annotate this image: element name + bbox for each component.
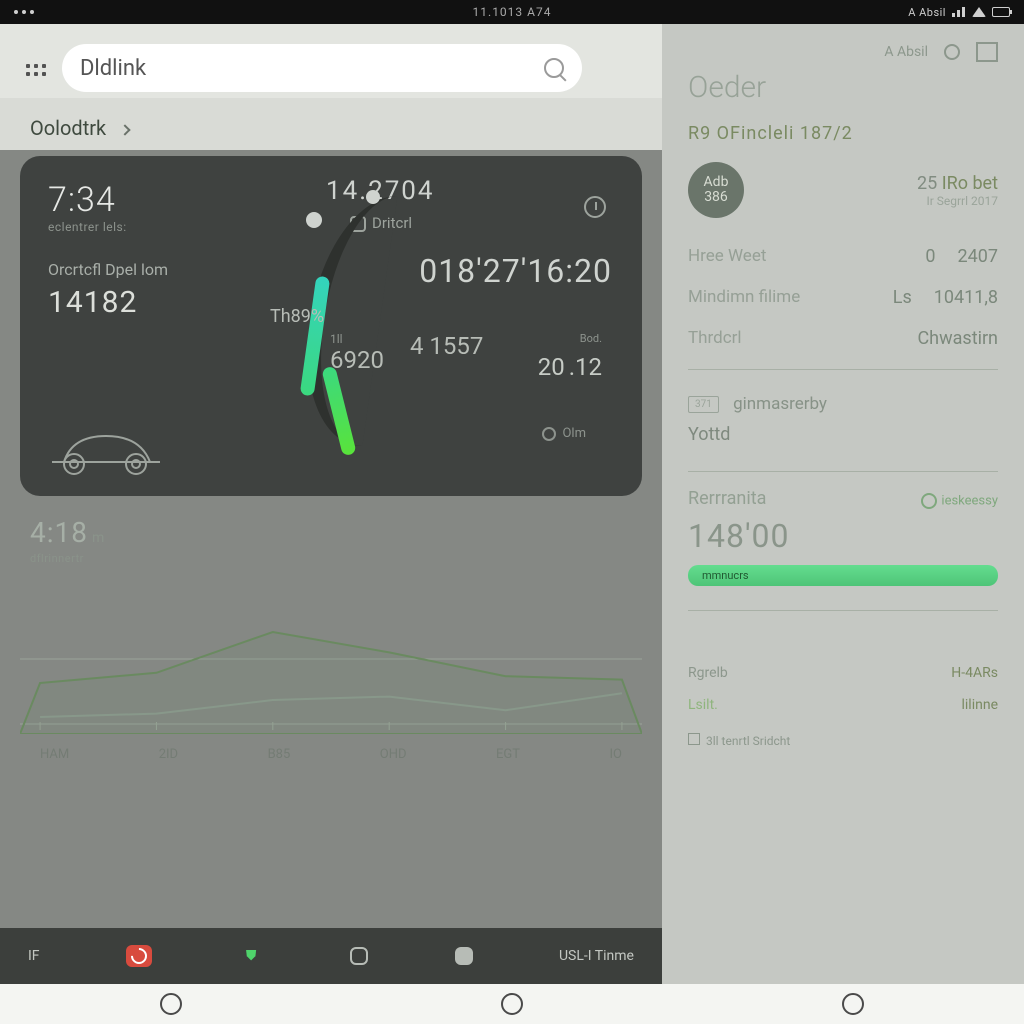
section-value: Yottd — [688, 424, 998, 445]
nav-home-button-2[interactable] — [501, 993, 523, 1015]
header-bar: Dldlink — [0, 24, 662, 98]
tab-power[interactable] — [126, 945, 152, 967]
card-right-a: 20 — [538, 353, 565, 381]
x-tick: 2ID — [159, 747, 178, 762]
right-subtitle: R9 OFincleli 187/2 — [688, 123, 998, 144]
tab-grid[interactable] — [455, 947, 473, 965]
right-line-val: Chwastirn — [917, 328, 998, 349]
car-icon — [46, 422, 166, 478]
remote-value: 148'00 — [688, 517, 790, 555]
left-pane: Dldlink Oolodtrk 7:34 eclentrer lels: Or… — [0, 24, 662, 984]
download-icon — [542, 427, 556, 441]
calendar-icon[interactable] — [976, 42, 998, 62]
right-line: Hree Weet 02407 — [688, 236, 998, 277]
right-line-val: Ls10411,8 — [893, 287, 998, 308]
breadcrumb-label: Oolodtrk — [30, 116, 106, 140]
section-header: 371 ginmasrerby — [688, 394, 998, 414]
card-right-sub: Bod. — [580, 332, 602, 345]
divider — [688, 369, 998, 370]
gauge-knob-a — [306, 212, 322, 228]
bottom-line-a: RgrelbH-4ARs — [688, 665, 998, 681]
status-center-label: 11.1013 A74 — [473, 5, 552, 19]
note-icon — [688, 733, 700, 745]
search-icon[interactable] — [544, 58, 564, 78]
search-value: Dldlink — [80, 56, 146, 81]
activity-chart: 4:18m dflrinnertr HAM2IDB85OHDEGTIO — [20, 516, 642, 756]
card-right-b: .12 — [569, 353, 602, 381]
summary-chip[interactable]: Adb 386 — [688, 162, 744, 218]
summary-value: 25 IRo bet Ir Segrrl 2017 — [917, 173, 998, 208]
shield-icon: ⛊ — [238, 945, 264, 967]
right-summary-row: Adb 386 25 IRo bet Ir Segrrl 2017 — [688, 162, 998, 218]
x-tick: IO — [610, 747, 622, 762]
card-mid-sub: 1ll — [330, 332, 384, 346]
x-tick: B85 — [268, 747, 291, 762]
bottom-tab-bar: IF ⛊ USL-I Tinme — [0, 928, 662, 984]
search-input[interactable]: Dldlink — [62, 44, 582, 92]
device-nav-bar — [0, 984, 1024, 1024]
divider — [688, 610, 998, 611]
bottom-line-b: Lsilt.lilinne — [688, 697, 998, 713]
nav-home-button-3[interactable] — [842, 993, 864, 1015]
card-right-values: Bod. 20 .12 — [538, 332, 602, 381]
gauge-knob-b — [366, 190, 380, 204]
status-right-label: A Absil — [908, 6, 946, 19]
x-tick: OHD — [380, 747, 407, 762]
tab-shield[interactable]: ⛊ — [238, 945, 264, 967]
account-icon[interactable] — [944, 44, 960, 60]
card-percent: Th89% — [270, 306, 324, 327]
right-top-bar: A Absil — [688, 42, 998, 62]
card-mid-a: 6920 — [330, 346, 384, 374]
right-pane: A Absil Oeder R9 OFincleli 187/2 Adb 386… — [662, 24, 1024, 984]
grid-icon — [455, 947, 473, 965]
remote-row: Rerrranita ieskeessy — [688, 488, 998, 509]
remote-label: Rerrranita — [688, 488, 766, 509]
device-status-bar: 11.1013 A74 A Absil — [0, 0, 1024, 24]
wifi-icon — [972, 7, 986, 17]
right-line: Thrdcrl Chwastirn — [688, 318, 998, 359]
chart-x-ticks: HAM 2ID B85 OHD EGT IO — [20, 747, 642, 762]
breadcrumb[interactable]: Oolodtrk — [0, 98, 662, 150]
remote-tag: ieskeessy — [921, 493, 998, 509]
card-mid-values: 1ll 6920 4 1557 — [330, 332, 483, 374]
tab-time[interactable]: USL-I Tinme — [559, 948, 634, 964]
clock-icon — [584, 196, 606, 218]
divider — [688, 471, 998, 472]
x-tick: EGT — [496, 747, 520, 762]
barcode-icon — [350, 947, 368, 965]
card-download[interactable]: Olm — [542, 426, 586, 441]
card-clock: 018'27'16:20 — [419, 252, 612, 290]
section-tag: 371 — [688, 396, 719, 413]
status-pill[interactable]: mmnucrs — [688, 565, 998, 586]
nav-home-button[interactable] — [160, 993, 182, 1015]
chart-time: 4:18m — [30, 516, 105, 549]
right-line-key: Thrdcrl — [688, 328, 742, 349]
signal-icon — [952, 7, 966, 17]
right-line: Mindimn filime Ls10411,8 — [688, 277, 998, 318]
status-left-dots — [14, 10, 34, 14]
power-icon — [126, 945, 152, 967]
right-line-key: Hree Weet — [688, 246, 766, 267]
tab-if[interactable]: IF — [28, 948, 40, 964]
bottom-note: 3ll tenrtl Sridcht — [688, 733, 998, 748]
menu-icon[interactable] — [26, 64, 46, 76]
right-bottom: RgrelbH-4ARs Lsilt.lilinne 3ll tenrtl Sr… — [688, 649, 998, 748]
tab-barcode[interactable] — [350, 947, 368, 965]
card-mid-b: 4 1557 — [410, 332, 483, 374]
chart-svg — [20, 564, 642, 734]
right-line-key: Mindimn filime — [688, 287, 800, 308]
chevron-right-icon — [119, 124, 130, 135]
battery-icon — [992, 7, 1010, 17]
right-account-label[interactable]: A Absil — [884, 44, 928, 60]
x-tick: HAM — [40, 747, 69, 762]
right-line-val: 02407 — [925, 246, 998, 267]
right-title: Oeder — [688, 70, 998, 105]
dashboard-card: 7:34 eclentrer lels: Orcrtcfl Dpel lom 1… — [20, 156, 642, 496]
